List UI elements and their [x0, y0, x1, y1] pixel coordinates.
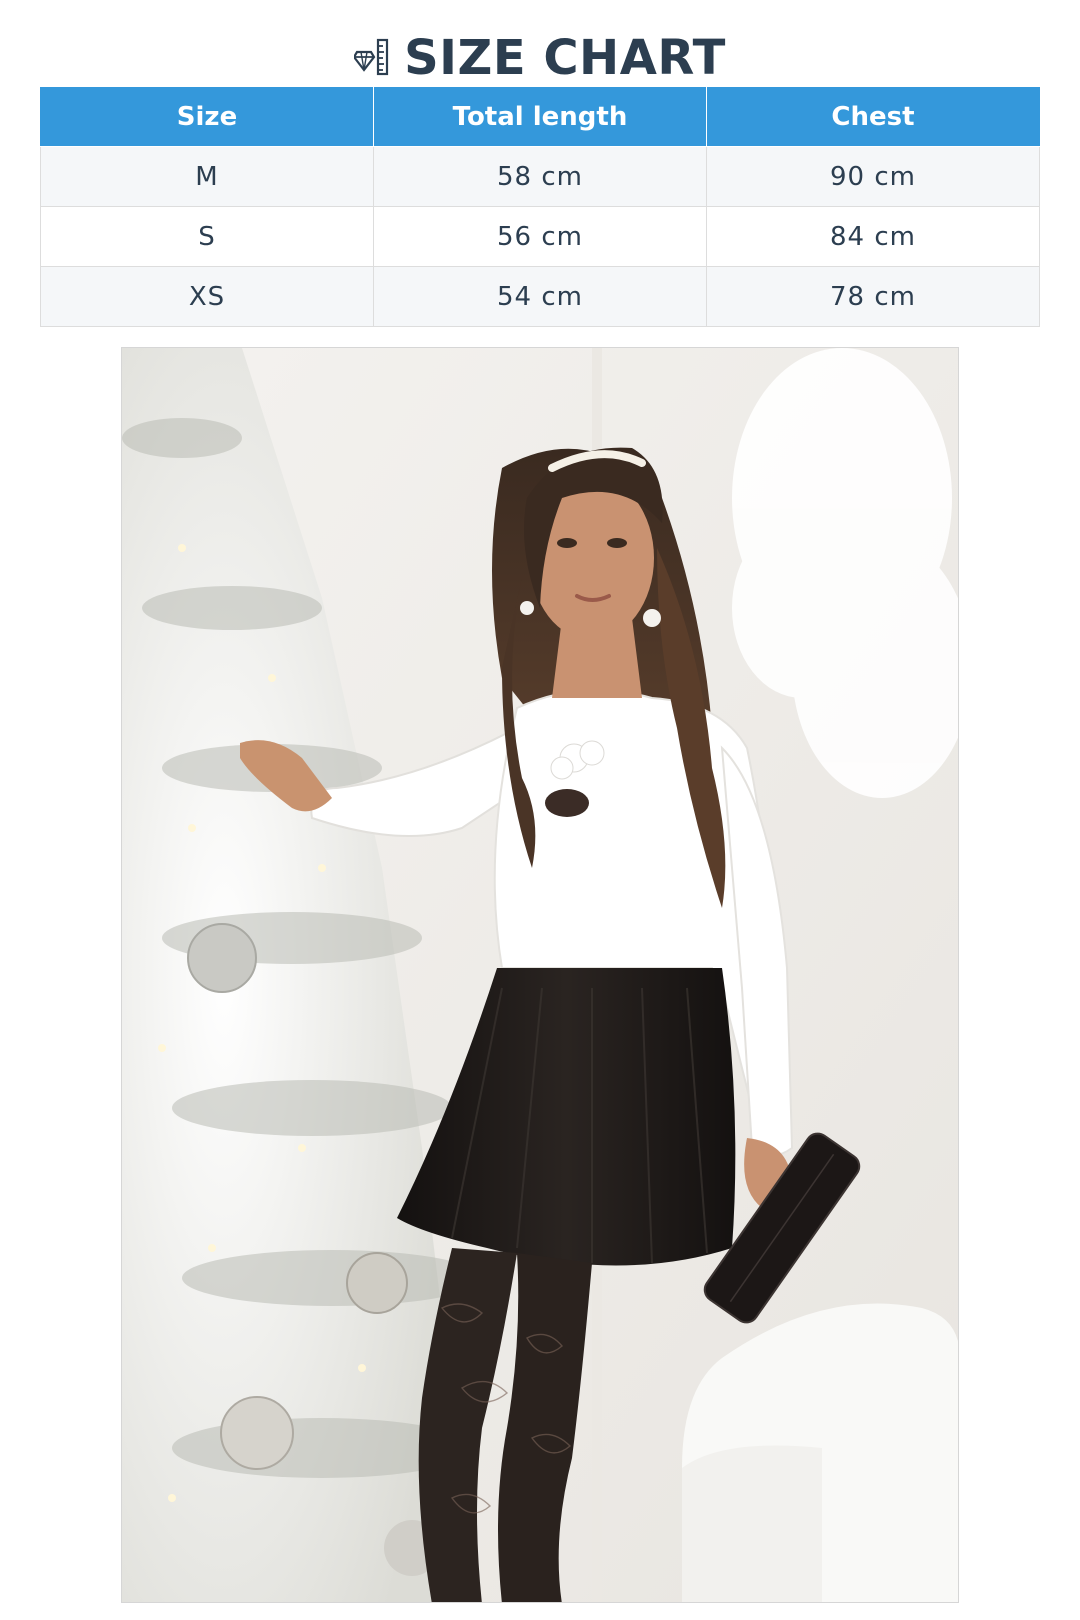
cell-total-length: 58 cm — [373, 146, 707, 207]
table-header-row: Size Total length Chest — [40, 87, 1040, 147]
cell-size: S — [40, 206, 374, 267]
cell-size: M — [40, 146, 374, 207]
table-row: S 56 cm 84 cm — [40, 206, 1040, 267]
cell-chest: 90 cm — [706, 146, 1040, 207]
cell-size: XS — [40, 266, 374, 327]
cell-chest: 78 cm — [706, 266, 1040, 327]
table-row: XS 54 cm 78 cm — [40, 266, 1040, 327]
table-row: M 58 cm 90 cm — [40, 146, 1040, 207]
column-header-size: Size — [40, 87, 374, 147]
page-title: SIZE CHART — [404, 30, 726, 86]
column-header-total-length: Total length — [373, 87, 707, 147]
cell-chest: 84 cm — [706, 206, 1040, 267]
size-table: Size Total length Chest M 58 cm 90 cm S … — [40, 87, 1040, 327]
column-header-chest: Chest — [706, 87, 1040, 147]
ruler-diamond-icon — [352, 38, 390, 78]
model-photo — [121, 347, 959, 1603]
size-chart-title-row: SIZE CHART — [0, 28, 1080, 88]
cell-total-length: 54 cm — [373, 266, 707, 327]
model-photo-illustration — [122, 348, 958, 1602]
cell-total-length: 56 cm — [373, 206, 707, 267]
